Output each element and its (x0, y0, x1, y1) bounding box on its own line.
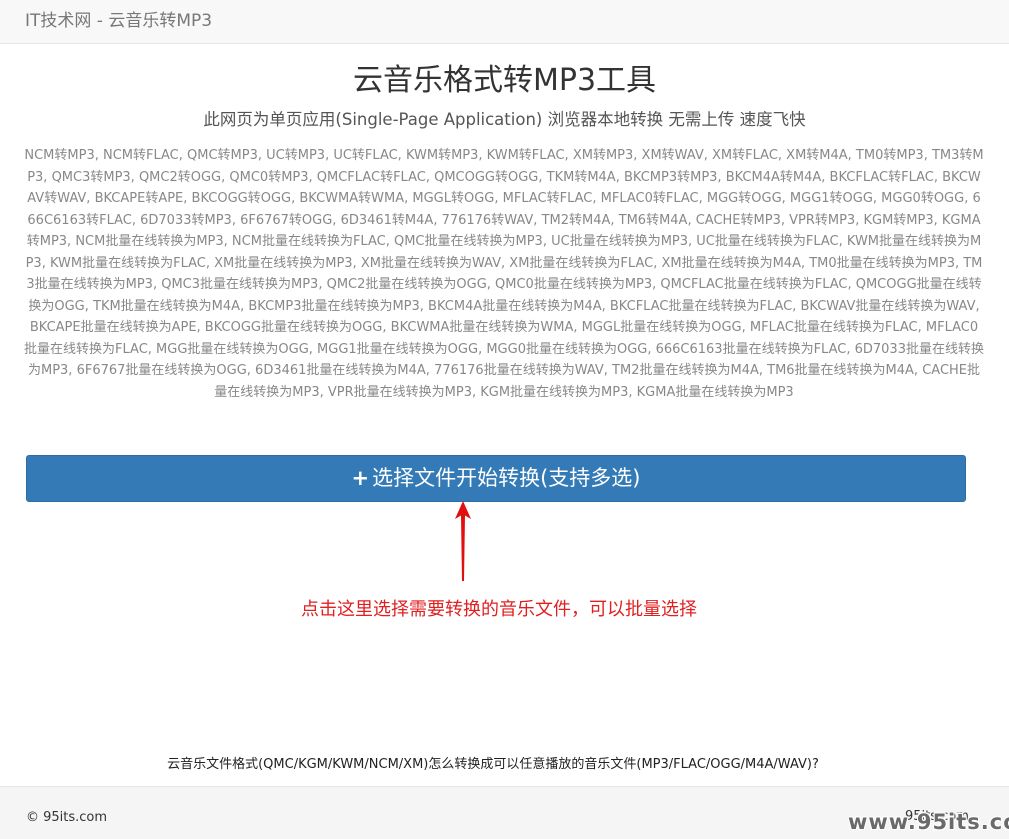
faq-link[interactable]: 云音乐文件格式(QMC/KGM/KWM/NCM/XM)怎么转换成可以任意播放的音… (0, 756, 986, 774)
select-files-label: 选择文件开始转换(支持多选) (372, 466, 641, 490)
arrow-up-icon (455, 501, 471, 581)
page-subtitle: 此网页为单页应用(Single-Page Application) 浏览器本地转… (203, 110, 806, 129)
navbar-brand[interactable]: IT技术网 - 云音乐转MP3 (25, 10, 212, 32)
hint-text: 点击这里选择需要转换的音乐文件，可以批量选择 (301, 599, 697, 620)
format-list: NCM转MP3, NCM转FLAC, QMC转MP3, UC转MP3, UC转F… (24, 148, 984, 400)
navbar: IT技术网 - 云音乐转MP3 (0, 0, 1009, 44)
watermark: www.95its.com (848, 810, 1009, 834)
select-files-button[interactable]: + 选择文件开始转换(支持多选) (26, 455, 966, 502)
copyright: © 95its.com (26, 810, 108, 825)
plus-icon: + (351, 466, 370, 490)
page-title: 云音乐格式转MP3工具 (352, 63, 657, 98)
